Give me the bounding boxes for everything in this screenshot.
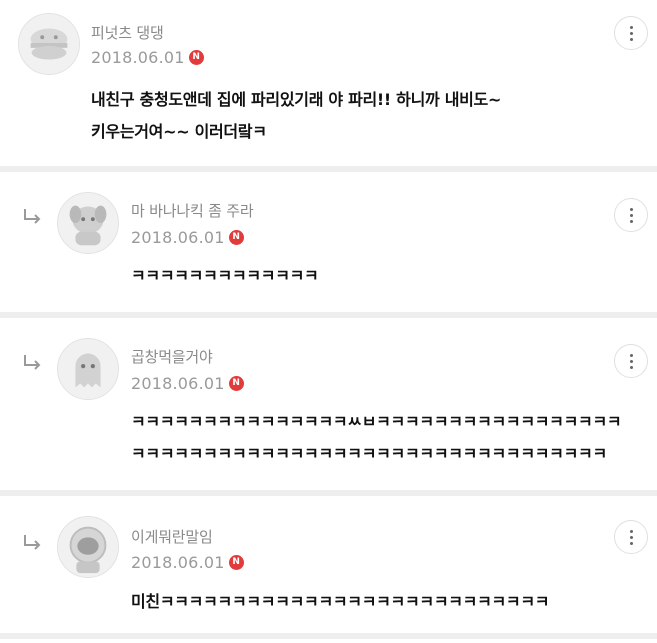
date-row: 2018.06.01 N xyxy=(131,374,244,393)
reply-item: 곱창먹을거야 2018.06.01 N ㅋㅋㅋㅋㅋㅋㅋㅋㅋㅋㅋㅋㅋㅋㅋㅆㅂㅋㅋㅋ… xyxy=(0,318,657,490)
comment-line: 키우는거여~~ 이러더랔ㅋ xyxy=(91,122,267,141)
date-row: 2018.06.01 N xyxy=(131,553,244,572)
comment-item: 피넛츠 댕댕 2018.06.01 N 내친구 충청도앤데 집에 파리있기래 야… xyxy=(0,0,657,166)
reply-arrow-icon xyxy=(22,352,44,374)
new-badge: N xyxy=(188,50,204,65)
new-badge: N xyxy=(228,230,244,245)
comment-text: 내친구 충청도앤데 집에 파리있기래 야 파리!! 하니까 내비도~ 키우는거여… xyxy=(91,84,501,148)
more-options-button[interactable] xyxy=(614,16,648,50)
dog-character-icon xyxy=(58,193,118,253)
avatar[interactable] xyxy=(57,516,119,578)
nickname[interactable]: 마 바나나킥 좀 주라 xyxy=(131,200,254,221)
new-badge: N xyxy=(228,376,244,391)
comment-line: ㅋㅋㅋㅋㅋㅋㅋㅋㅋㅋㅋㅋㅋㅋㅋㅋㅋㅋㅋㅋㅋㅋㅋㅋㅋㅋㅋㅋㅋㅋㅋㅋㅋ xyxy=(131,444,607,463)
date-row: 2018.06.01 N xyxy=(91,48,204,67)
burger-character-icon xyxy=(19,14,79,74)
comment-text: 미친ㅋㅋㅋㅋㅋㅋㅋㅋㅋㅋㅋㅋㅋㅋㅋㅋㅋㅋㅋㅋㅋㅋㅋㅋㅋㅋㅋ xyxy=(131,586,549,618)
nickname[interactable]: 이게뭐란말임 xyxy=(131,526,213,547)
avatar[interactable] xyxy=(18,13,80,75)
comment-date: 2018.06.01 xyxy=(131,374,225,393)
avatar[interactable] xyxy=(57,192,119,254)
reply-item: 마 바나나킥 좀 주라 2018.06.01 N ㅋㅋㅋㅋㅋㅋㅋㅋㅋㅋㅋㅋㅋ xyxy=(0,172,657,312)
reply-item: 이게뭐란말임 2018.06.01 N 미친ㅋㅋㅋㅋㅋㅋㅋㅋㅋㅋㅋㅋㅋㅋㅋㅋㅋㅋ… xyxy=(0,496,657,633)
avatar[interactable] xyxy=(57,338,119,400)
divider xyxy=(0,633,657,639)
more-options-button[interactable] xyxy=(614,198,648,232)
comment-date: 2018.06.01 xyxy=(131,553,225,572)
nickname[interactable]: 피넛츠 댕댕 xyxy=(91,22,164,43)
vertical-dots-icon xyxy=(629,25,633,41)
comment-text: ㅋㅋㅋㅋㅋㅋㅋㅋㅋㅋㅋㅋㅋ xyxy=(131,260,319,292)
vertical-dots-icon xyxy=(629,353,633,369)
comment-line: 내친구 충청도앤데 집에 파리있기래 야 파리!! 하니까 내비도~ xyxy=(91,90,502,109)
vertical-dots-icon xyxy=(629,207,633,223)
ghost-character-icon xyxy=(58,339,118,399)
astronaut-character-icon xyxy=(58,517,118,577)
comment-date: 2018.06.01 xyxy=(91,48,185,67)
new-badge: N xyxy=(228,555,244,570)
comment-line: ㅋㅋㅋㅋㅋㅋㅋㅋㅋㅋㅋㅋㅋㅋㅋㅆㅂㅋㅋㅋㅋㅋㅋㅋㅋㅋㅋㅋㅋㅋㅋㅋㅋㅋ xyxy=(131,412,622,431)
reply-arrow-icon xyxy=(22,532,44,554)
comment-date: 2018.06.01 xyxy=(131,228,225,247)
nickname[interactable]: 곱창먹을거야 xyxy=(131,346,213,367)
comment-line: ㅋㅋㅋㅋㅋㅋㅋㅋㅋㅋㅋㅋㅋ xyxy=(131,266,319,285)
more-options-button[interactable] xyxy=(614,344,648,378)
vertical-dots-icon xyxy=(629,529,633,545)
date-row: 2018.06.01 N xyxy=(131,228,244,247)
comment-line: 미친ㅋㅋㅋㅋㅋㅋㅋㅋㅋㅋㅋㅋㅋㅋㅋㅋㅋㅋㅋㅋㅋㅋㅋㅋㅋㅋㅋ xyxy=(131,592,550,611)
more-options-button[interactable] xyxy=(614,520,648,554)
reply-arrow-icon xyxy=(22,206,44,228)
comment-text: ㅋㅋㅋㅋㅋㅋㅋㅋㅋㅋㅋㅋㅋㅋㅋㅆㅂㅋㅋㅋㅋㅋㅋㅋㅋㅋㅋㅋㅋㅋㅋㅋㅋㅋ ㅋㅋㅋㅋㅋ… xyxy=(131,406,622,470)
